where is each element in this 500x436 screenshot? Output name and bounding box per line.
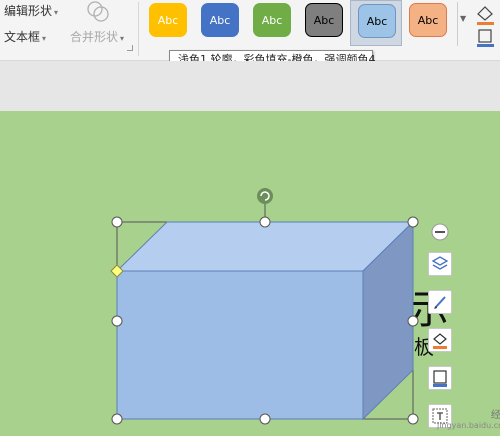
resize-handle-nw[interactable] bbox=[111, 216, 123, 228]
resize-handle-s[interactable] bbox=[259, 413, 271, 425]
cube-top-face[interactable] bbox=[115, 221, 415, 272]
rotate-handle-icon[interactable] bbox=[257, 188, 273, 204]
cube-front-face[interactable] bbox=[116, 270, 364, 420]
watermark-text: 经验 bbox=[490, 410, 500, 421]
watermark: 经验 jingyan.baidu.com bbox=[437, 406, 500, 430]
selected-shape-layer bbox=[110, 188, 449, 425]
shape-outline-button[interactable] bbox=[428, 290, 452, 314]
watermark-url: jingyan.baidu.com bbox=[437, 421, 500, 430]
shape-fill-button[interactable] bbox=[428, 328, 452, 352]
fill-bucket-icon bbox=[433, 333, 447, 349]
resize-handle-ne[interactable] bbox=[407, 216, 419, 228]
frame-button[interactable] bbox=[428, 366, 452, 390]
resize-handle-w[interactable] bbox=[111, 315, 123, 327]
layers-icon bbox=[431, 256, 449, 270]
layers-button[interactable] bbox=[428, 252, 452, 276]
resize-handle-sw[interactable] bbox=[111, 413, 123, 425]
resize-handle-se[interactable] bbox=[407, 413, 419, 425]
frame-icon bbox=[433, 370, 447, 387]
resize-handle-e[interactable] bbox=[407, 315, 419, 327]
pen-icon bbox=[434, 296, 446, 309]
resize-handle-n[interactable] bbox=[259, 216, 271, 228]
